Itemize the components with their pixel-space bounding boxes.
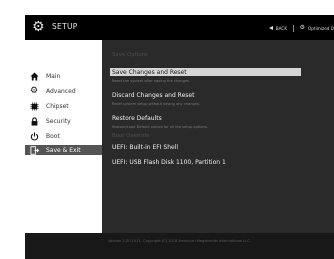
sidebar-item-chipset[interactable]: Chipset [25,101,102,111]
save-options-heading: Save Options [112,52,148,58]
gear-icon: ⚙ [29,86,39,96]
optimized-defaults-button[interactable]: Optimized D [308,26,334,31]
option-description: Restore/Load Default values for all the … [112,125,208,129]
discard-changes-and-reset-option[interactable]: Discard Changes and Reset [112,92,194,99]
sidebar-item-label: Security [46,117,71,125]
divider [293,24,294,32]
bios-screen: ⚙ SETUP BACK ⚙ Optimized D Main ⚙ Advanc… [25,15,334,259]
sidebar-item-boot[interactable]: Boot [25,131,102,141]
footer-bar [25,233,334,259]
sidebar: Main ⚙ Advanced Chipset Security Boot Sa… [25,40,102,233]
sidebar-item-label: Main [46,72,61,80]
boot-override-option[interactable]: UEFI: USB Flash Disk 1100, Partition 1 [112,159,226,166]
sidebar-item-security[interactable]: Security [25,116,102,126]
sidebar-item-save-exit[interactable]: Save & Exit [25,145,102,155]
boot-override-option[interactable]: UEFI: Built-in EFI Shell [112,144,178,151]
back-arrow-icon[interactable] [268,26,273,30]
option-description: Reset system setup without saving any ch… [112,102,201,106]
option-description: Reset the system after saving the change… [112,79,191,83]
chip-icon [29,101,39,111]
setup-gear-icon: ⚙ [32,19,45,35]
copyright-footer: Version 2.20.1011. Copyright (C) 2018 Am… [108,239,251,243]
sidebar-item-advanced[interactable]: ⚙ Advanced [25,86,102,96]
home-icon [29,71,39,81]
back-button[interactable]: BACK [276,26,287,31]
page-title: SETUP [52,22,78,31]
sidebar-item-label: Boot [46,132,60,140]
sidebar-item-main[interactable]: Main [25,71,102,81]
main-panel: Save Options Save Changes and Reset Rese… [102,40,334,233]
restore-defaults-option[interactable]: Restore Defaults [112,115,162,122]
top-bar: ⚙ SETUP BACK ⚙ Optimized D [25,15,334,40]
top-right-controls: BACK ⚙ Optimized D [268,23,334,33]
save-changes-and-reset-option[interactable]: Save Changes and Reset [112,69,187,76]
power-icon [29,131,39,141]
sidebar-item-label: Chipset [46,102,69,110]
settings-gear-icon[interactable]: ⚙ [300,25,305,31]
boot-override-heading: Boot Override [112,133,150,139]
sidebar-item-label: Advanced [46,87,76,95]
exit-icon [29,145,39,155]
lock-icon [29,116,39,126]
sidebar-item-label: Save & Exit [46,146,81,154]
